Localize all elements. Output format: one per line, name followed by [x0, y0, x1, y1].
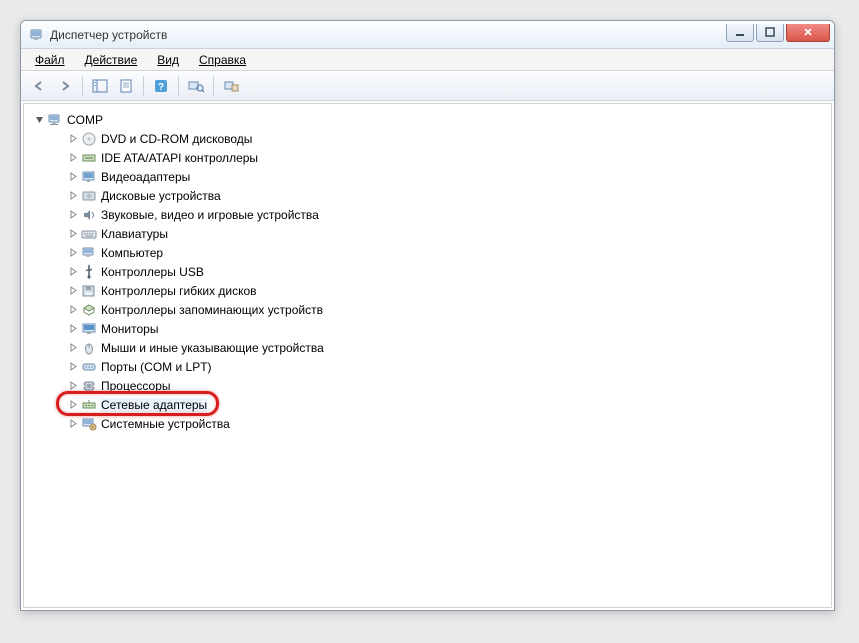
svg-text:?: ?	[158, 82, 164, 93]
tree-node-display[interactable]: Видеоадаптеры	[66, 167, 827, 186]
computer-icon	[81, 245, 97, 261]
expand-icon[interactable]	[68, 305, 78, 315]
tree-node-computer[interactable]: Компьютер	[66, 243, 827, 262]
close-button[interactable]	[786, 24, 830, 42]
tree-item-label: Компьютер	[101, 246, 163, 260]
tree-item-label: Процессоры	[101, 379, 171, 393]
tree-item-label: DVD и CD-ROM дисководы	[101, 132, 252, 146]
menu-help[interactable]: Справка	[191, 51, 254, 69]
device-tree: COMP DVD и CD-ROM дисководы IDE ATA/ATAPI…	[28, 110, 827, 433]
menubar: Файл Действие Вид Справка	[21, 49, 834, 71]
floppy-ctrl-icon	[81, 283, 97, 299]
tree-node-sound[interactable]: Звуковые, видео и игровые устройства	[66, 205, 827, 224]
sound-icon	[81, 207, 97, 223]
tree-node-usb[interactable]: Контроллеры USB	[66, 262, 827, 281]
tree-node-network[interactable]: Сетевые адаптеры	[66, 395, 827, 414]
minimize-button[interactable]	[726, 24, 754, 42]
hdd-icon	[81, 188, 97, 204]
separator	[178, 76, 179, 96]
tree-node-storage-ctrl[interactable]: Контроллеры запоминающих устройств	[66, 300, 827, 319]
tree-node-hdd[interactable]: Дисковые устройства	[66, 186, 827, 205]
titlebar[interactable]: Диспетчер устройств	[21, 21, 834, 49]
separator	[82, 76, 83, 96]
back-button[interactable]	[27, 74, 51, 98]
menu-action[interactable]: Действие	[77, 51, 146, 69]
expand-icon[interactable]	[68, 267, 78, 277]
expand-icon[interactable]	[68, 400, 78, 410]
display-icon	[81, 169, 97, 185]
port-icon	[81, 359, 97, 375]
mouse-icon	[81, 340, 97, 356]
properties-button[interactable]	[114, 74, 138, 98]
tree-item-label: Мониторы	[101, 322, 158, 336]
tree-item-label: Контроллеры гибких дисков	[101, 284, 257, 298]
device-manager-window: Диспетчер устройств Файл Действие Вид Сп…	[20, 20, 835, 611]
expand-icon[interactable]	[68, 324, 78, 334]
forward-button[interactable]	[53, 74, 77, 98]
system-icon	[81, 416, 97, 432]
menu-view[interactable]: Вид	[149, 51, 187, 69]
tree-item-label: IDE ATA/ATAPI контроллеры	[101, 151, 258, 165]
tree-item-label: Сетевые адаптеры	[101, 398, 207, 412]
tree-item-label: Контроллеры запоминающих устройств	[101, 303, 323, 317]
menu-file[interactable]: Файл	[27, 51, 73, 69]
tree-item-label: Дисковые устройства	[101, 189, 221, 203]
storage-ctrl-icon	[81, 302, 97, 318]
tree-node-monitor[interactable]: Мониторы	[66, 319, 827, 338]
window-controls	[726, 24, 830, 42]
tree-node-keyboard[interactable]: Клавиатуры	[66, 224, 827, 243]
expand-icon[interactable]	[68, 286, 78, 296]
tree-node-ide[interactable]: IDE ATA/ATAPI контроллеры	[66, 148, 827, 167]
tree-item-label: Мыши и иные указывающие устройства	[101, 341, 324, 355]
scan-hardware-button[interactable]	[184, 74, 208, 98]
tree-node-disc[interactable]: DVD и CD-ROM дисководы	[66, 129, 827, 148]
tree-root-label: COMP	[67, 113, 103, 127]
usb-icon	[81, 264, 97, 280]
tree-item-label: Звуковые, видео и игровые устройства	[101, 208, 319, 222]
tree-item-label: Клавиатуры	[101, 227, 168, 241]
expand-icon[interactable]	[68, 419, 78, 429]
expand-icon[interactable]	[68, 248, 78, 258]
network-icon	[81, 397, 97, 413]
help-button[interactable]: ?	[149, 74, 173, 98]
show-hide-console-button[interactable]	[88, 74, 112, 98]
expand-icon[interactable]	[68, 134, 78, 144]
device-tree-panel: COMP DVD и CD-ROM дисководы IDE ATA/ATAPI…	[23, 103, 832, 608]
keyboard-icon	[81, 226, 97, 242]
tree-root-computer[interactable]: COMP	[32, 110, 827, 129]
tree-item-label: Порты (COM и LPT)	[101, 360, 212, 374]
window-title: Диспетчер устройств	[50, 28, 726, 42]
expand-icon[interactable]	[68, 210, 78, 220]
expand-icon[interactable]	[68, 362, 78, 372]
tree-item-label: Видеоадаптеры	[101, 170, 190, 184]
expand-icon[interactable]	[68, 229, 78, 239]
toolbar: ?	[21, 71, 834, 101]
tree-item-label: Системные устройства	[101, 417, 230, 431]
expand-icon[interactable]	[68, 343, 78, 353]
expand-icon[interactable]	[68, 191, 78, 201]
app-icon	[29, 27, 45, 43]
collapse-icon[interactable]	[34, 115, 44, 125]
tree-item-label: Контроллеры USB	[101, 265, 204, 279]
separator	[213, 76, 214, 96]
tree-node-port[interactable]: Порты (COM и LPT)	[66, 357, 827, 376]
cpu-icon	[81, 378, 97, 394]
maximize-button[interactable]	[756, 24, 784, 42]
expand-icon[interactable]	[68, 172, 78, 182]
tree-node-mouse[interactable]: Мыши и иные указывающие устройства	[66, 338, 827, 357]
expand-icon[interactable]	[68, 153, 78, 163]
monitor-icon	[81, 321, 97, 337]
ide-icon	[81, 150, 97, 166]
tree-node-floppy-ctrl[interactable]: Контроллеры гибких дисков	[66, 281, 827, 300]
tree-node-system[interactable]: Системные устройства	[66, 414, 827, 433]
disc-icon	[81, 131, 97, 147]
separator	[143, 76, 144, 96]
device-enable-button[interactable]	[219, 74, 243, 98]
computer-icon	[47, 112, 63, 128]
tree-node-cpu[interactable]: Процессоры	[66, 376, 827, 395]
expand-icon[interactable]	[68, 381, 78, 391]
